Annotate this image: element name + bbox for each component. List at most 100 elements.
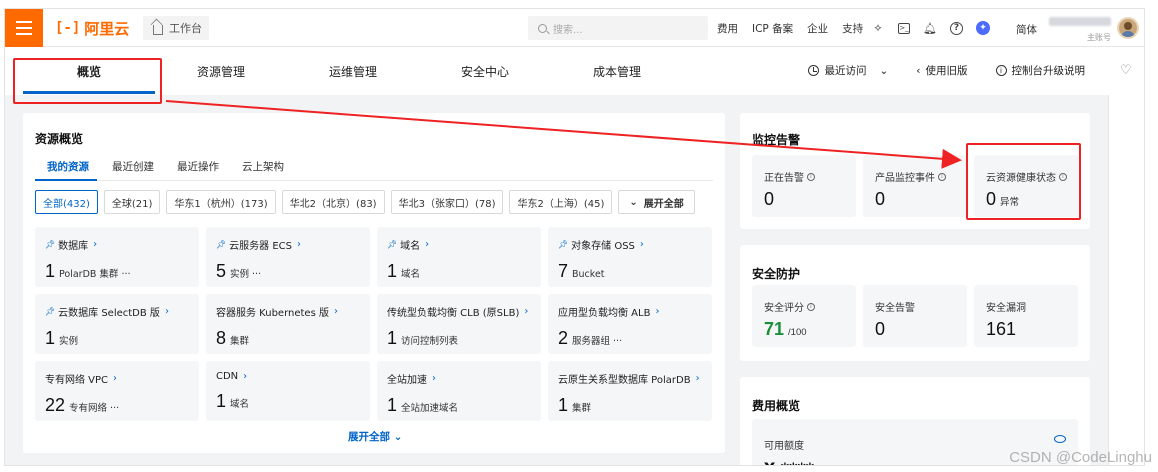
chevron-right-icon: › <box>296 239 301 250</box>
terminal-icon[interactable]: >_ <box>898 22 910 34</box>
stat-vulnerabilities[interactable]: 安全漏洞 161 <box>974 285 1078 347</box>
avatar[interactable] <box>1117 17 1139 39</box>
main-nav: 概览 资源管理 运维管理 安全中心 成本管理 最近访问 ⌄ ‹ 使用旧版 i 控… <box>5 47 1109 95</box>
resource-name: 应用型负载均衡 ALB › <box>558 304 702 319</box>
link-support[interactable]: 支持 <box>842 21 863 36</box>
recent-visits-dropdown[interactable]: 最近访问 ⌄ <box>808 63 888 78</box>
tab-security-center[interactable]: 安全中心 <box>461 63 509 80</box>
workbench-button[interactable]: 工作台 <box>143 16 209 40</box>
filter-beijing[interactable]: 华北2（北京）(83) <box>281 190 385 214</box>
chevron-right-icon: › <box>93 239 98 250</box>
resource-name-text: 云数据库 SelectDB 版 <box>58 308 160 319</box>
search-icon <box>538 23 547 33</box>
favorites-icon[interactable]: ♡ <box>1120 63 1132 78</box>
chevron-right-icon: › <box>425 239 430 250</box>
eye-icon[interactable] <box>1054 435 1066 443</box>
expand-filters-button[interactable]: ⌄ 展开全部 <box>618 190 695 214</box>
resource-card[interactable]: 传统型负载均衡 CLB (原SLB) › 1 访问控制列表 <box>377 294 541 354</box>
resource-value: 1 实例 <box>45 328 189 349</box>
account-info[interactable]: 主账号 <box>1049 15 1111 43</box>
resource-overview-card: 资源概览 我的资源 最近创建 最近操作 云上架构 全部(432) 全球(21) … <box>23 113 725 453</box>
stat-security-alerts[interactable]: 安全告警 0 <box>863 285 967 347</box>
right-rail: ♡ <box>1108 47 1144 465</box>
stat-value: 0 <box>764 189 774 210</box>
resource-card[interactable]: 📌︎ 对象存储 OSS › 7 Bucket <box>548 227 712 287</box>
resource-unit: 服务器组 ··· <box>572 336 623 347</box>
filter-shanghai[interactable]: 华东2（上海）(45) <box>509 190 613 214</box>
search-input[interactable]: 搜索... <box>528 16 708 40</box>
link-fees[interactable]: 费用 <box>717 21 738 36</box>
link-icp[interactable]: ICP 备案 <box>752 21 793 36</box>
resource-unit: 集群 <box>572 403 592 414</box>
resource-unit: 集群 <box>230 336 250 347</box>
tab-cost-management[interactable]: 成本管理 <box>593 63 641 80</box>
resource-name-text: 域名 <box>400 241 421 252</box>
search-placeholder: 搜索... <box>553 24 583 36</box>
language-switch[interactable]: 简体 <box>1016 22 1037 37</box>
resource-count: 5 <box>216 261 227 281</box>
resource-value: 1 域名 <box>387 261 531 282</box>
resource-card[interactable]: 容器服务 Kubernetes 版 › 8 集群 <box>206 294 370 354</box>
help-icon[interactable]: ? <box>950 21 963 35</box>
resource-card[interactable]: 📌︎ 数据库 › 1 PolarDB 集群 ··· <box>35 227 199 287</box>
filter-all[interactable]: 全部(432) <box>35 190 98 214</box>
subtab-recent-operations[interactable]: 最近操作 <box>177 159 219 174</box>
filter-hangzhou[interactable]: 华东1（杭州）(173) <box>166 190 276 214</box>
filter-global[interactable]: 全球(21) <box>103 190 161 214</box>
resource-count: 1 <box>558 395 569 415</box>
annotation-box-resource-health <box>966 143 1081 220</box>
resource-value: 1 访问控制列表 <box>387 328 531 349</box>
resource-card[interactable]: 📌︎ 云服务器 ECS › 5 实例 ··· <box>206 227 370 287</box>
subtab-recently-created[interactable]: 最近创建 <box>112 159 154 174</box>
tab-resource-management[interactable]: 资源管理 <box>197 63 245 80</box>
stat-security-score[interactable]: 安全评分 i 71/100 <box>752 285 856 347</box>
link-enterprise[interactable]: 企业 <box>807 21 828 36</box>
security-card: 安全防护 安全评分 i 71/100 安全告警 0 安全漏洞 161 <box>740 245 1090 361</box>
available-credit-label: 可用额度 <box>764 441 804 452</box>
resource-value: 7 Bucket <box>558 261 702 282</box>
old-version-link[interactable]: ‹ 使用旧版 <box>916 63 967 78</box>
resource-card[interactable]: 云原生关系型数据库 PolarDB › 1 集群 <box>548 361 712 421</box>
fees-title: 费用概览 <box>752 399 801 413</box>
resource-name-text: 传统型负载均衡 CLB (原SLB) <box>387 308 520 319</box>
tab-ops-management[interactable]: 运维管理 <box>329 63 377 80</box>
home-icon <box>153 24 163 35</box>
subtab-my-resources[interactable]: 我的资源 <box>47 159 89 174</box>
resource-unit: 实例 ··· <box>230 269 262 280</box>
expand-all-button[interactable]: 展开全部 ⌄ <box>348 429 402 444</box>
pin-icon: 📌︎ <box>216 240 227 249</box>
aliyun-logo[interactable]: [-] 阿里云 <box>55 18 129 38</box>
bell-icon[interactable]: 🔔︎ <box>923 21 937 35</box>
top-links: 费用 ICP 备案 企业 支持 <box>717 9 863 47</box>
resource-card[interactable]: CDN › 1 域名 <box>206 361 370 421</box>
resource-name-text: 云原生关系型数据库 PolarDB <box>558 375 691 386</box>
subtab-cloud-architecture[interactable]: 云上架构 <box>242 159 284 174</box>
resource-card[interactable]: 应用型负载均衡 ALB › 2 服务器组 ··· <box>548 294 712 354</box>
stat-label-text: 产品监控事件 <box>875 173 935 184</box>
stat-monitor-events[interactable]: 产品监控事件 i 0 <box>863 155 967 217</box>
hamburger-menu-button[interactable] <box>5 9 43 47</box>
upgrade-note-label: 控制台升级说明 <box>1011 65 1086 77</box>
resource-overview-title: 资源概览 <box>35 132 84 146</box>
resource-name-text: 应用型负载均衡 ALB <box>558 308 651 319</box>
resource-subtabs: 我的资源 最近创建 最近操作 云上架构 <box>47 159 284 174</box>
pin-icon: 📌︎ <box>387 240 398 249</box>
stat-active-alerts[interactable]: 正在告警 i 0 <box>752 155 856 217</box>
resource-card[interactable]: 专有网络 VPC › 22 专有网络 ··· <box>35 361 199 421</box>
resource-card[interactable]: 📌︎ 云数据库 SelectDB 版 › 1 实例 <box>35 294 199 354</box>
resource-card[interactable]: 全站加速 › 1 全站加速域名 <box>377 361 541 421</box>
filter-zhangjiakou[interactable]: 华北3（张家口）(78) <box>390 190 504 214</box>
upgrade-note-link[interactable]: i 控制台升级说明 <box>995 63 1086 78</box>
resource-count: 8 <box>216 328 227 348</box>
resource-name: 📌︎ 云服务器 ECS › <box>216 237 360 252</box>
resource-card[interactable]: 📌︎ 域名 › 1 域名 <box>377 227 541 287</box>
ai-assistant-icon[interactable]: ✦ <box>976 21 990 35</box>
logo-text: 阿里云 <box>84 19 130 38</box>
resource-value: 1 PolarDB 集群 ··· <box>45 261 189 282</box>
active-subtab-indicator <box>35 179 97 181</box>
expand-all-label: 展开全部 <box>348 431 390 443</box>
resource-name-text: CDN <box>216 371 239 382</box>
cloud-shell-icon[interactable]: ⟡ <box>871 21 885 35</box>
stat-label: 安全评分 i <box>764 299 815 314</box>
resource-unit: 域名 <box>401 269 421 280</box>
